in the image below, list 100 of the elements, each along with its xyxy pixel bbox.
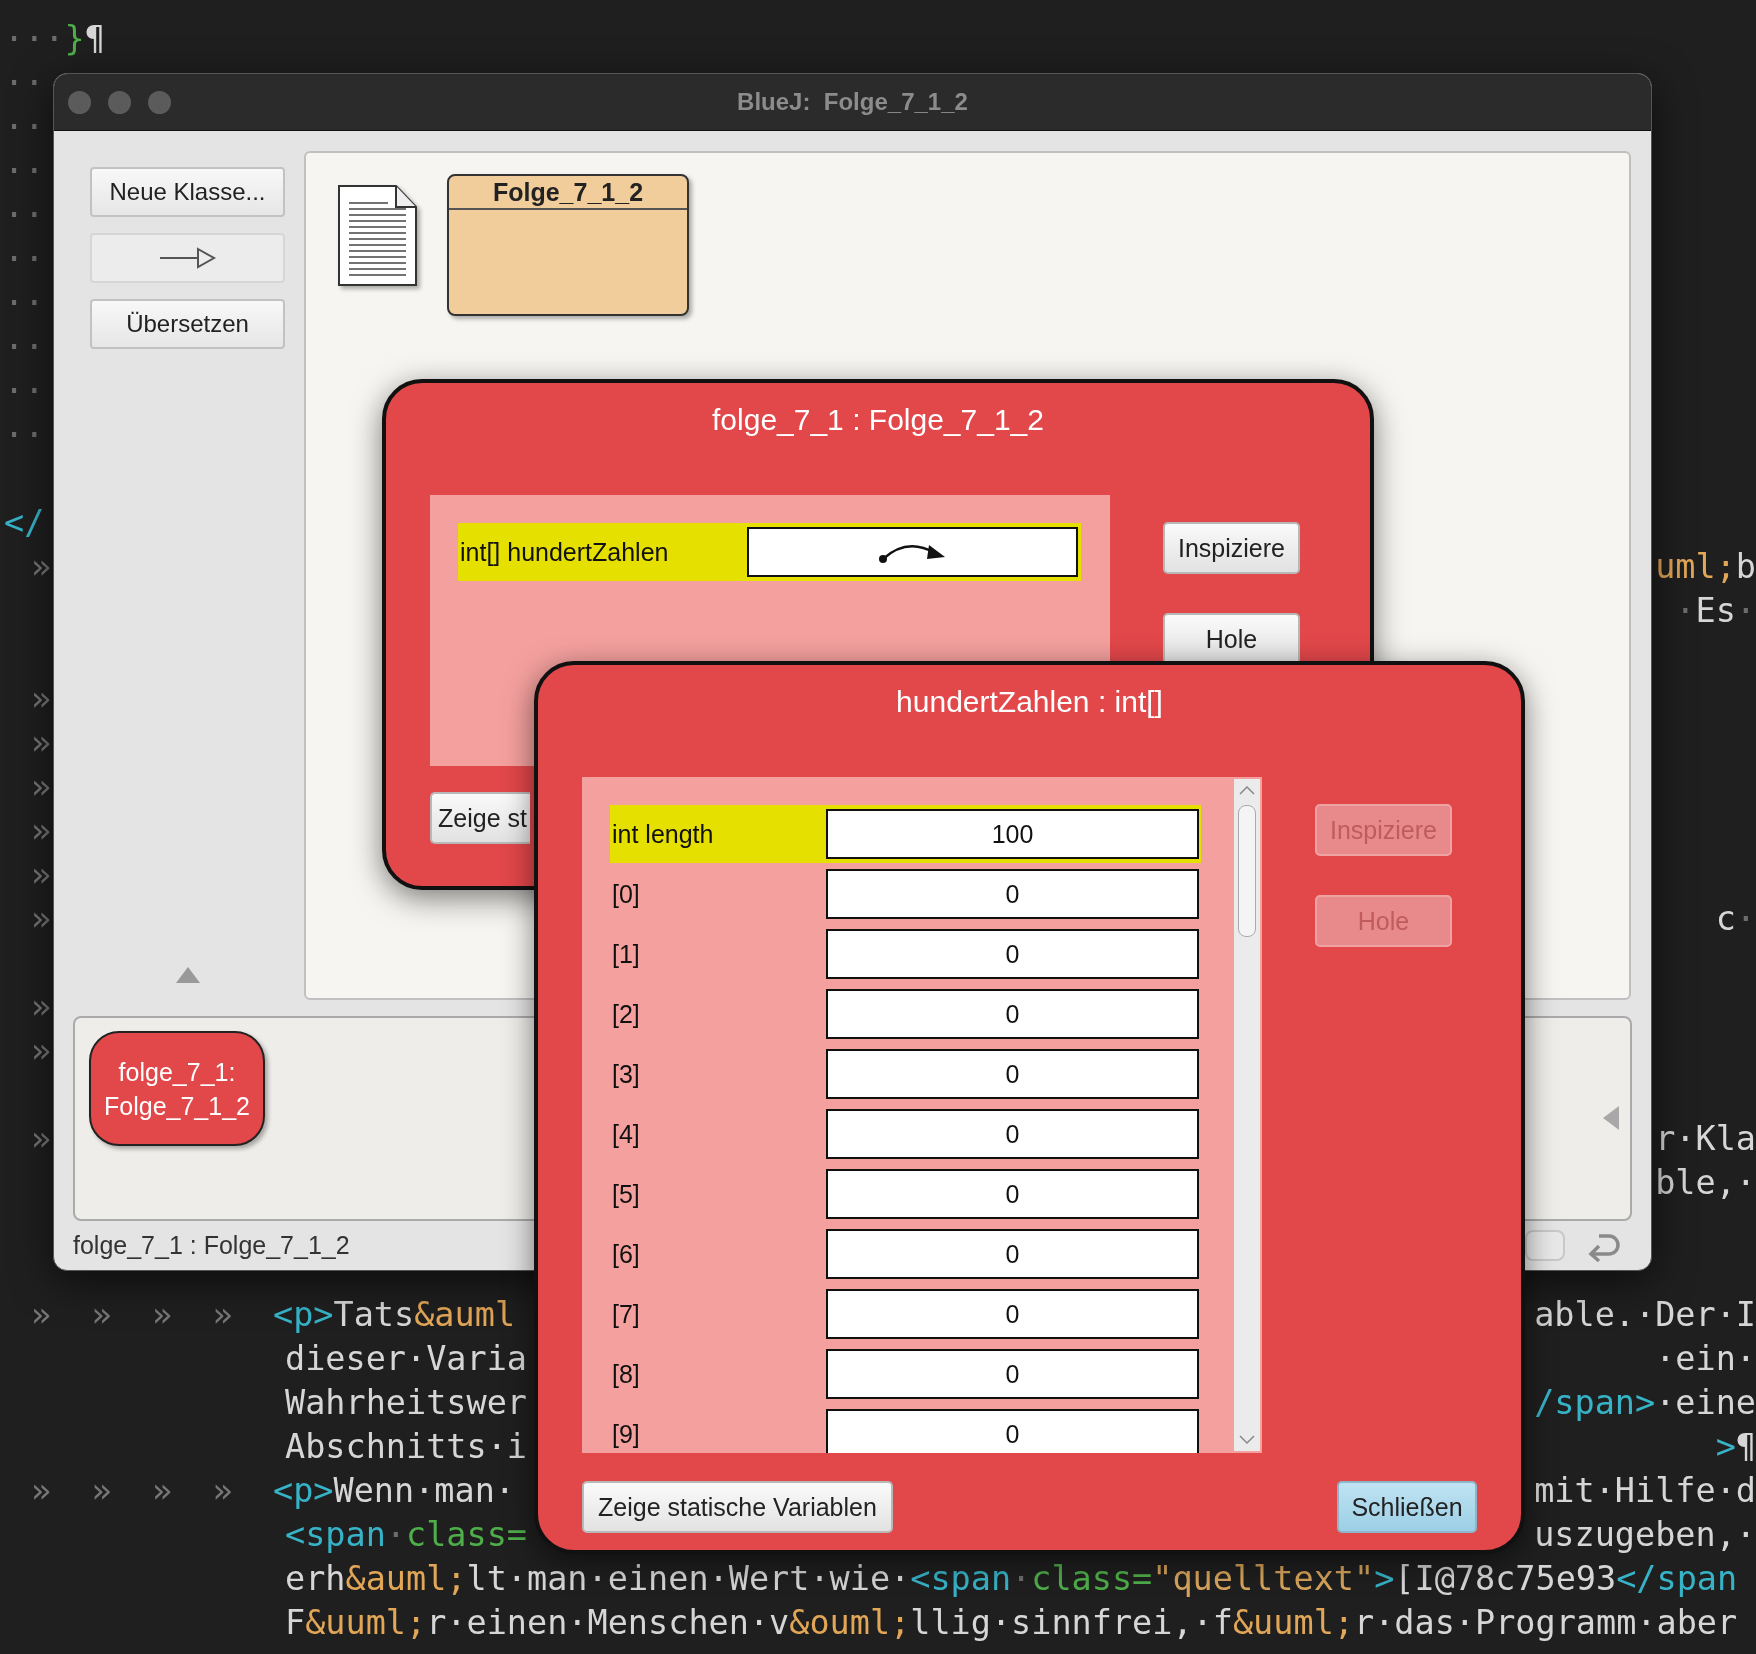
value-field: 0 [826,1169,1199,1219]
left-triangle-icon [1603,1106,1619,1130]
field-row[interactable]: int[] hundertZahlen [458,523,1081,581]
code-line: erh&auml;lt·man·einen·Wert·wie·<span·class="quelltext">[I@78c75e93</span [285,1560,1738,1598]
code-line: ·· [4,284,45,322]
code-line: » [31,988,53,1026]
code-line: ·· [4,108,45,146]
window-button[interactable] [68,90,91,114]
code-line: mit·Hilfe·d [1534,1472,1756,1510]
code-line: dieser·Varia [285,1340,528,1378]
value-field: 0 [826,1409,1199,1453]
chevron-up-icon [1237,783,1257,797]
code-line: » [31,812,53,850]
status-text: folge_7_1 : Folge_7_1_2 [73,1231,350,1260]
code-line: ·· [4,328,45,366]
field-label: int length [612,819,714,849]
field-row[interactable]: [2] 0 [610,985,1201,1043]
code-line: ·· [4,196,45,234]
code-line: ·ein· [1655,1340,1756,1378]
code-line: » [31,548,53,586]
value-field: 0 [826,1109,1199,1159]
toolbar-button[interactable]: Übersetzen [90,299,285,349]
window-button[interactable] [108,90,131,114]
code-line: » » » » <p>Wenn·man· [31,1472,516,1510]
field-row[interactable]: [9] 0 [610,1405,1201,1453]
code-line: uml;b [1655,548,1756,586]
value-field: 0 [826,869,1199,919]
field-label: [9] [612,1419,640,1449]
code-line: » [31,768,53,806]
code-line: » [31,680,53,718]
code-line: ·· [4,416,45,454]
code-line: /span>·eine [1534,1384,1756,1422]
field-label: [3] [612,1059,640,1089]
code-line: » » » » <p>Tats&auml [31,1296,516,1334]
inspector-button[interactable]: Inspiziere [1163,522,1300,574]
code-line: » [31,724,53,762]
field-row[interactable]: [5] 0 [610,1165,1201,1223]
code-line: ·· [4,64,45,102]
arrow-icon [157,245,218,271]
document-icon [336,183,419,288]
toolbar-button[interactable]: Neue Klasse... [90,167,285,217]
code-line: >¶ [1715,1428,1756,1466]
scroll-thumb[interactable] [1238,805,1256,937]
value-field: 0 [826,1349,1199,1399]
field-row[interactable]: int length 100 [610,805,1201,863]
window-title: BlueJ: Folge_7_1_2 [736,88,969,116]
value-field: 100 [826,809,1199,859]
code-line: r·Kla [1655,1120,1756,1158]
code-line: ···}¶ [4,20,105,58]
field-label: [8] [612,1359,640,1389]
value-field: 0 [826,929,1199,979]
field-row[interactable]: [0] 0 [610,865,1201,923]
field-label: [1] [612,939,640,969]
inspector-title: folge_7_1 : Folge_7_1_2 [711,402,1045,438]
value-field: 0 [826,989,1199,1039]
window-button[interactable] [148,90,171,114]
field-row[interactable]: [8] 0 [610,1345,1201,1403]
code-line: <span·class= [285,1516,528,1554]
field-label: [5] [612,1179,640,1209]
field-row[interactable]: [7] 0 [610,1285,1201,1343]
field-row[interactable]: [4] 0 [610,1105,1201,1163]
input-field[interactable] [1525,1230,1565,1261]
code-line: able.·Der·I [1534,1296,1756,1334]
scrollbar[interactable] [1234,779,1260,1451]
code-line: ·· [4,152,45,190]
code-line: c· [1715,900,1756,938]
field-label: int[] hundertZahlen [460,537,669,567]
inspector-title: hundertZahlen : int[] [895,684,1164,720]
field-label: [6] [612,1239,640,1269]
arrow-button[interactable] [90,233,285,283]
dialog-button[interactable]: Zeige statische Variablen [582,1481,893,1533]
field-row[interactable]: [3] 0 [610,1045,1201,1103]
field-label: [4] [612,1119,640,1149]
field-label: [7] [612,1299,640,1329]
dialog-button[interactable]: Zeige st [430,792,530,844]
code-line: » [31,856,53,894]
object-card[interactable]: folge_7_1: Folge_7_1_2 [89,1031,265,1146]
field-row[interactable]: [1] 0 [610,925,1201,983]
code-line: </ [4,504,45,542]
code-line: » [31,1120,53,1158]
value-field: 0 [826,1289,1199,1339]
chevron-down-icon [1237,1433,1257,1447]
value-field: 0 [826,1229,1199,1279]
field-label: [2] [612,999,640,1029]
value-field: 0 [826,1049,1199,1099]
dialog-button[interactable]: Schließen [1337,1481,1477,1533]
code-line: ·· [4,240,45,278]
code-line: ·· [4,372,45,410]
class-box[interactable]: Folge_7_1_2 [447,174,689,316]
code-line: F&uuml;r·einen·Menschen·v&ouml;llig·sinnfrei,·f&uuml;r·das·Programm·aber [285,1604,1738,1642]
code-line: uszugeben,· [1534,1516,1756,1554]
field-row[interactable]: [6] 0 [610,1225,1201,1283]
code-line: » [31,1032,53,1070]
code-line: » [31,900,53,938]
code-line: ·Es· [1675,592,1756,630]
code-line: ble,· [1655,1164,1756,1202]
code-line: Wahrheitswer [285,1384,528,1422]
code-line: Abschnitts·i [285,1428,528,1466]
class-name: Folge_7_1_2 [449,176,687,210]
field-label: [0] [612,879,640,909]
